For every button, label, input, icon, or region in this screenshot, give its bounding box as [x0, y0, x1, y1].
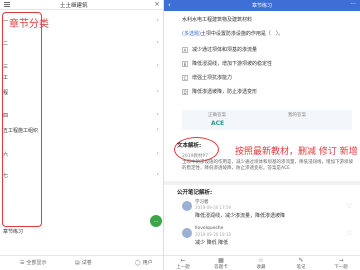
comment-meta: 2019-09-30 17:59	[195, 205, 232, 210]
chapter-item[interactable]: 七	[3, 172, 8, 179]
chevron-right-icon: ›	[156, 150, 159, 157]
chapter-category-label: 章节分类	[9, 19, 49, 30]
option-marker: B	[182, 60, 188, 67]
left-topbar: 土土继建筑 ×	[0, 0, 163, 10]
user-button[interactable]: ◯ 用户	[135, 259, 153, 267]
edit-icon: ✎	[298, 257, 304, 264]
question-text: (多选题)土坝中设置防渗设施的作用是（ ）。	[182, 31, 284, 37]
chevron-right-icon: ›	[156, 17, 159, 24]
chapter-list-pane: 土土继建筑 × 章节分类 一 二 三 工 程 四 五工程施工组织 六 七 章节练…	[0, 0, 163, 270]
analysis-red-note: 按照最新教材，删减 修订 新增	[235, 147, 358, 157]
option-marker: D	[182, 88, 188, 95]
chapter-item[interactable]: 工	[3, 74, 8, 81]
correct-answer-value: ACE	[211, 120, 225, 127]
chevron-right-icon: ›	[156, 111, 159, 118]
option-c[interactable]: C 增强土坝抗渗能力	[182, 74, 232, 81]
close-icon[interactable]: ×	[154, 0, 160, 8]
more-icon[interactable]: ···	[350, 1, 356, 8]
left-bottom-bar: ☰ 全部显示 ▤ 试卷 ◯ 用户	[0, 255, 163, 270]
user-icon: ◯	[135, 259, 141, 266]
chapter-item[interactable]: 四	[3, 112, 8, 119]
chapter-item[interactable]: 二	[3, 40, 8, 47]
comment-text: 减少 降低 降低	[195, 240, 229, 246]
paper-button[interactable]: ▤ 试卷	[75, 259, 92, 267]
option-marker: C	[182, 74, 188, 81]
arrow-right-icon: →	[338, 257, 344, 264]
show-all-button[interactable]: ☰ 全部显示	[20, 259, 47, 267]
avatar	[182, 201, 192, 211]
prev-question-button[interactable]: ← 上一题	[168, 257, 198, 270]
arrow-left-icon: ←	[180, 257, 186, 264]
menu-icon[interactable]	[4, 2, 10, 7]
chapter-item[interactable]: 六	[3, 151, 8, 158]
chapter-item[interactable]: 章节练习	[3, 228, 23, 235]
correct-answer-label: 正确答案	[208, 113, 226, 118]
comment-meta: 2019-09-30 18:30	[195, 232, 232, 237]
my-answer-label: 我的答案	[288, 113, 306, 118]
chapter-item[interactable]: 程	[3, 89, 8, 96]
notes-button[interactable]: ✎ 笔记	[286, 257, 316, 270]
grid-icon: ▦	[218, 257, 224, 264]
option-a[interactable]: A 减少通过坝体和坝基的渗流量	[182, 46, 257, 53]
comment-author: llovelqueshe	[195, 226, 224, 231]
option-b[interactable]: B 降低浸润线，增加下游坝坡的稳定性	[182, 60, 272, 67]
right-header: ‹ 章节练习 ···	[164, 0, 360, 11]
option-d[interactable]: D 降低渗透坡降，防止渗透变形	[182, 88, 257, 95]
next-question-button[interactable]: → 下一题	[326, 257, 356, 270]
like-icon[interactable]: ♡	[347, 203, 352, 210]
chapter-item[interactable]: 一	[3, 18, 8, 25]
list-icon: ☰	[20, 259, 25, 266]
notes-title: 公开笔记解析:	[177, 190, 213, 196]
analysis-title: 文本解析:	[177, 143, 202, 149]
question-pane: ‹ 章节练习 ··· 水利水电工程建筑物及建筑材料 (多选题)土坝中设置防渗设施…	[164, 0, 360, 270]
comment-text: 降低浸润线，减少渗流量，降低渗透坡降	[195, 213, 286, 219]
chevron-right-icon: ›	[156, 88, 159, 95]
star-icon: ☆	[258, 257, 264, 264]
header-title: 章节练习	[251, 3, 272, 9]
like-icon[interactable]: ♡	[347, 230, 352, 237]
question-nav-bar: ← 上一题 ▦ 答题卡 ☆ 收藏 ✎ 笔记 → 下一题	[164, 255, 360, 270]
chevron-right-icon: ›	[156, 171, 159, 178]
doc-icon: ▤	[75, 259, 80, 266]
chapter-item[interactable]: 三	[3, 63, 8, 70]
section-separator	[164, 181, 360, 185]
answer-card: 正确答案 我的答案 ACE	[182, 110, 352, 130]
question-category: 水利水电工程建筑物及建筑材料	[182, 17, 253, 23]
floating-action-button[interactable]: ...	[150, 215, 162, 227]
chapter-item[interactable]: 五工程施工组织	[3, 127, 38, 134]
chevron-right-icon: ›	[156, 126, 159, 133]
analysis-year: 2019教材P7	[182, 154, 209, 159]
favorite-button[interactable]: ☆ 收藏	[246, 257, 276, 270]
option-marker: A	[182, 46, 188, 53]
chevron-right-icon: ›	[156, 39, 159, 46]
answer-sheet-button[interactable]: ▦ 答题卡	[206, 257, 236, 270]
left-title: 土土继建筑	[60, 3, 88, 9]
chevron-right-icon: ›	[156, 62, 159, 69]
analysis-body: 土坝中防渗设施的作用是，减少通过坝体和坝基的渗流量，降低浸润线，增加下游坝坡的稳…	[182, 160, 353, 171]
avatar	[182, 228, 192, 238]
